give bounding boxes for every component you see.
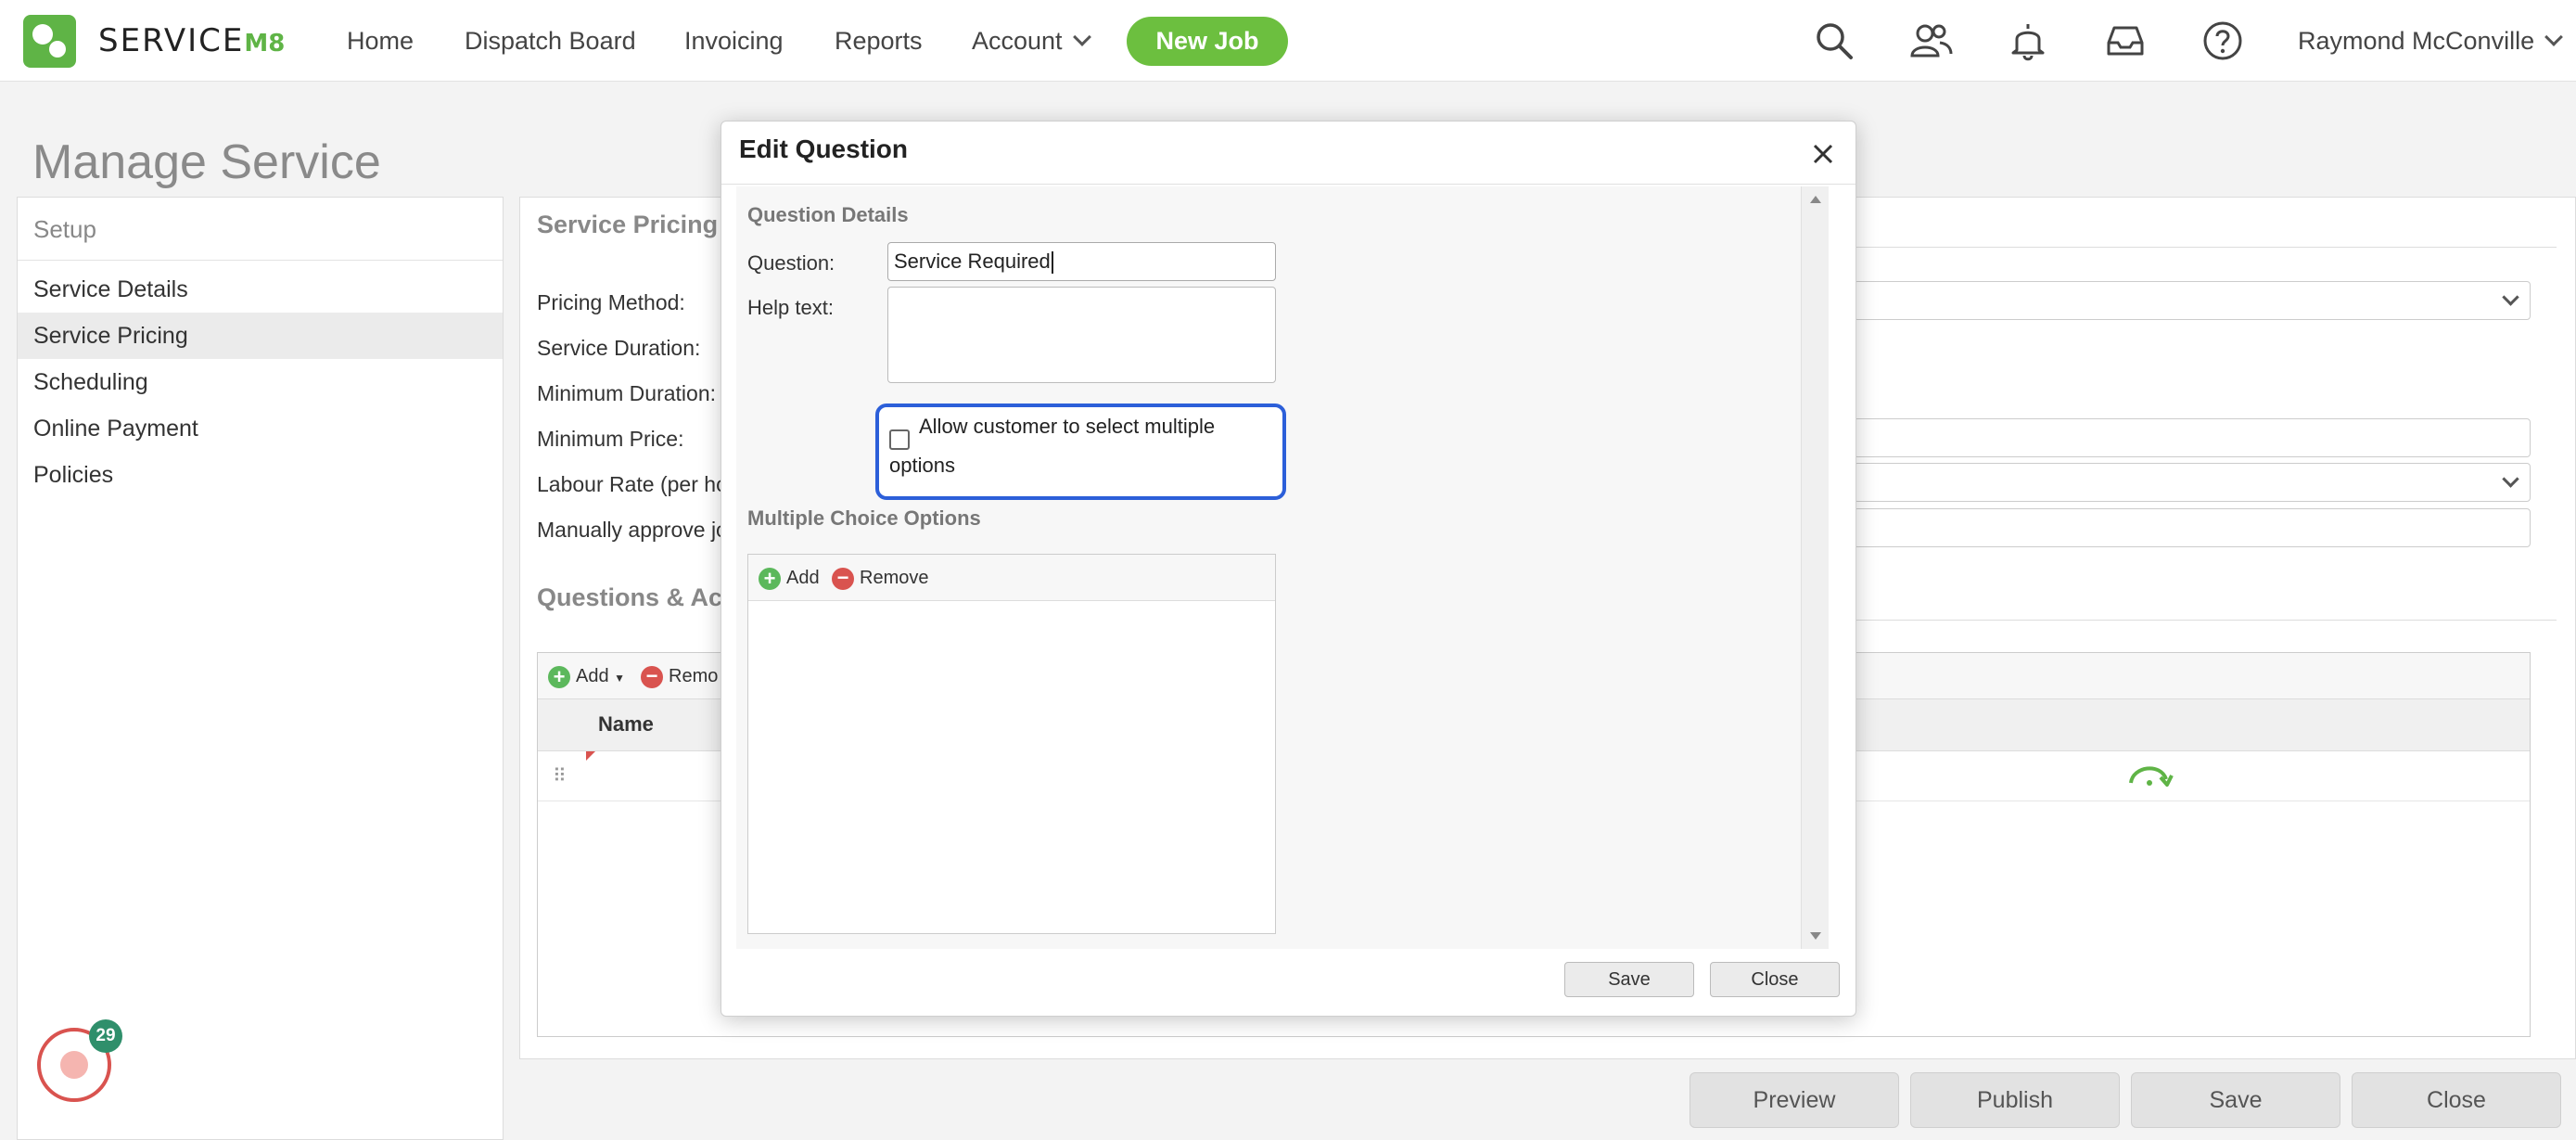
nav-home[interactable]: Home	[347, 22, 414, 59]
top-navigation: SERVICEM8 Home Dispatch Board Invoicing …	[0, 0, 2576, 82]
dialog-content: Question Details Question: Service Requi…	[747, 186, 1786, 949]
nav-account-label: Account	[972, 27, 1063, 55]
question-details-title: Question Details	[747, 203, 909, 226]
nav-invoicing[interactable]: Invoicing	[684, 22, 784, 59]
chevron-down-icon	[2502, 470, 2519, 488]
dialog-close-button[interactable]: Close	[1710, 962, 1840, 997]
divider	[1854, 247, 2557, 248]
chevron-down-icon	[1072, 28, 1091, 46]
plus-icon: +	[759, 567, 781, 590]
logo-circle-bottom	[49, 41, 66, 58]
sidebar-item-service-details[interactable]: Service Details	[18, 266, 503, 313]
add-option-label: Add	[786, 568, 820, 588]
dialog-save-button[interactable]: Save	[1564, 962, 1694, 997]
allow-multiple-option[interactable]: Allow customer to select multiple option…	[875, 403, 1286, 500]
question-input[interactable]: Service Required	[887, 242, 1276, 281]
close-button[interactable]: Close	[2352, 1072, 2561, 1128]
chevron-down-icon	[2544, 28, 2563, 46]
nav-dispatch-board[interactable]: Dispatch Board	[465, 22, 636, 59]
logo-circle-top	[32, 24, 53, 45]
edit-question-dialog: Edit Question Question Details Question:…	[721, 121, 1856, 1017]
brand-name-main: SERVICE	[98, 22, 245, 59]
add-question-button[interactable]: + Add ▼	[548, 663, 625, 691]
bell-icon[interactable]	[2006, 19, 2050, 63]
options-toolbar: + Add − Remove	[748, 555, 1275, 601]
remove-option-label: Remove	[860, 568, 929, 588]
brand-name-suffix: M8	[244, 30, 286, 58]
dialog-body: Question Details Question: Service Requi…	[736, 186, 1829, 949]
servicem8-logo-icon[interactable]	[23, 15, 76, 68]
close-icon[interactable]	[1809, 140, 1837, 168]
chat-icon	[60, 1051, 88, 1079]
column-name-header[interactable]: Name	[598, 712, 654, 737]
publish-button[interactable]: Publish	[1910, 1072, 2120, 1128]
branch-icon[interactable]	[2123, 757, 2175, 794]
question-label: Question:	[747, 251, 835, 275]
help-text-label: Help text:	[747, 296, 834, 319]
caret-down-icon: ▼	[614, 672, 626, 685]
user-menu[interactable]: Raymond McConville	[2298, 22, 2563, 59]
pricing-method-select[interactable]	[1854, 281, 2531, 320]
chevron-down-icon	[2502, 288, 2519, 306]
page-title: Manage Service	[32, 135, 381, 189]
divider	[1854, 620, 2557, 621]
inbox-icon[interactable]	[2103, 19, 2148, 63]
text-cursor	[1051, 251, 1053, 275]
setup-sidebar: Setup Service Details Service Pricing Sc…	[17, 197, 504, 1140]
pricing-method-label: Pricing Method:	[537, 290, 685, 314]
labour-rate-select[interactable]	[1854, 463, 2531, 502]
search-icon[interactable]	[1812, 19, 1856, 63]
minus-icon: −	[641, 665, 663, 688]
dialog-title: Edit Question	[739, 134, 908, 163]
add-label: Add	[576, 666, 609, 686]
multiple-choice-title: Multiple Choice Options	[747, 506, 981, 530]
sidebar-item-policies[interactable]: Policies	[18, 452, 503, 498]
labour-rate-label: Labour Rate (per hou	[537, 472, 740, 496]
remove-question-button[interactable]: − Remo	[641, 663, 718, 689]
minimum-price-label: Minimum Price:	[537, 427, 684, 451]
bottom-action-bar: Preview Publish Save Close	[519, 1061, 2576, 1140]
dialog-header: Edit Question	[721, 122, 1855, 185]
service-duration-label: Service Duration:	[537, 336, 701, 360]
minus-icon: −	[832, 567, 854, 590]
changed-flag-icon	[586, 751, 595, 761]
nav-reports[interactable]: Reports	[835, 22, 923, 59]
people-icon[interactable]	[1908, 19, 1953, 63]
questions-actions-title: Questions & Acti	[537, 583, 738, 611]
help-icon[interactable]	[2200, 19, 2245, 63]
allow-multiple-label[interactable]: Allow customer to select multiple option…	[889, 407, 1269, 485]
brand-name[interactable]: SERVICEM8	[98, 20, 285, 61]
sidebar-heading: Setup	[18, 198, 503, 261]
multiple-choice-options-grid: + Add − Remove	[747, 554, 1276, 934]
plus-icon: +	[548, 665, 570, 688]
dialog-scrollbar[interactable]	[1801, 186, 1829, 949]
chat-unread-badge: 29	[89, 1019, 122, 1053]
minimum-price-field[interactable]	[1854, 418, 2531, 457]
nav-account[interactable]: Account	[972, 22, 1091, 59]
preview-button[interactable]: Preview	[1690, 1072, 1899, 1128]
sidebar-item-scheduling[interactable]: Scheduling	[18, 359, 503, 405]
new-job-button[interactable]: New Job	[1127, 17, 1288, 66]
scroll-up-icon[interactable]	[1810, 196, 1821, 203]
remove-label: Remo	[669, 666, 719, 686]
add-option-button[interactable]: + Add	[759, 565, 820, 591]
save-button[interactable]: Save	[2131, 1072, 2340, 1128]
sidebar-item-online-payment[interactable]: Online Payment	[18, 405, 503, 452]
minimum-duration-label: Minimum Duration:	[537, 381, 716, 405]
remove-option-button[interactable]: − Remove	[832, 565, 928, 591]
drag-handle-icon[interactable]: ⠿	[553, 764, 567, 788]
help-text-input[interactable]	[887, 287, 1276, 383]
question-value: Service Required	[894, 250, 1051, 273]
manual-approve-label: Manually approve jo	[537, 518, 728, 542]
scroll-down-icon[interactable]	[1810, 932, 1821, 940]
section-title: Service Pricing	[537, 211, 719, 238]
user-name: Raymond McConville	[2298, 27, 2535, 55]
manual-approve-field[interactable]	[1854, 508, 2531, 547]
sidebar-item-service-pricing[interactable]: Service Pricing	[18, 313, 503, 359]
